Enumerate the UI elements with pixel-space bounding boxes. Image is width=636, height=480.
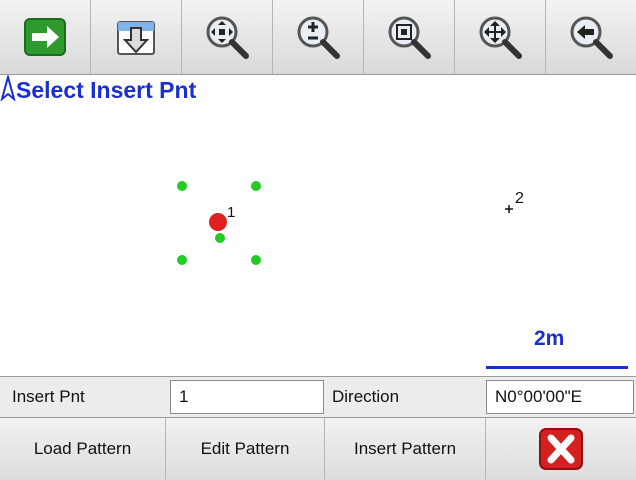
zoom-window-button[interactable] — [364, 0, 455, 74]
download-button[interactable] — [91, 0, 182, 74]
toolbar — [0, 0, 636, 75]
point-2-marker — [505, 205, 513, 213]
zoom-in-out-icon — [297, 16, 340, 59]
zoom-extent-icon — [206, 16, 249, 59]
insert-pnt-field[interactable]: 1 — [170, 380, 324, 414]
action-buttons-row: Load Pattern Edit Pattern Insert Pattern — [0, 418, 636, 480]
load-pattern-button[interactable]: Load Pattern — [0, 418, 166, 480]
zoom-window-icon — [388, 16, 431, 59]
point-1-label: 1 — [227, 204, 235, 221]
pan-icon — [479, 16, 522, 59]
close-icon — [539, 428, 583, 470]
accept-button[interactable] — [0, 0, 91, 74]
close-button[interactable] — [486, 418, 636, 480]
pattern-point — [215, 233, 225, 243]
selected-point-marker — [209, 213, 227, 231]
scale-bar — [486, 366, 628, 369]
pan-button[interactable] — [455, 0, 546, 74]
insert-fields-row: Insert Pnt 1 Direction N0°00'00"E — [0, 376, 636, 418]
edit-pattern-button[interactable]: Edit Pattern — [166, 418, 325, 480]
pattern-point — [251, 181, 261, 191]
pattern-point — [177, 255, 187, 265]
download-icon — [117, 21, 155, 55]
map-canvas[interactable]: Select Insert Pnt 1 2 2m — [0, 75, 636, 375]
insert-pattern-button[interactable]: Insert Pattern — [325, 418, 486, 480]
insert-pnt-label: Insert Pnt — [12, 387, 85, 406]
back-icon — [570, 16, 613, 59]
pattern-point — [251, 255, 261, 265]
zoom-extent-button[interactable] — [182, 0, 273, 74]
scale-label: 2m — [534, 327, 565, 350]
arrow-right-icon — [24, 18, 66, 56]
zoom-in-out-button[interactable] — [273, 0, 364, 74]
point-2-label: 2 — [515, 190, 524, 207]
direction-field[interactable]: N0°00'00"E — [486, 380, 634, 414]
direction-label: Direction — [332, 387, 400, 406]
back-button[interactable] — [546, 0, 636, 74]
pattern-point — [177, 181, 187, 191]
